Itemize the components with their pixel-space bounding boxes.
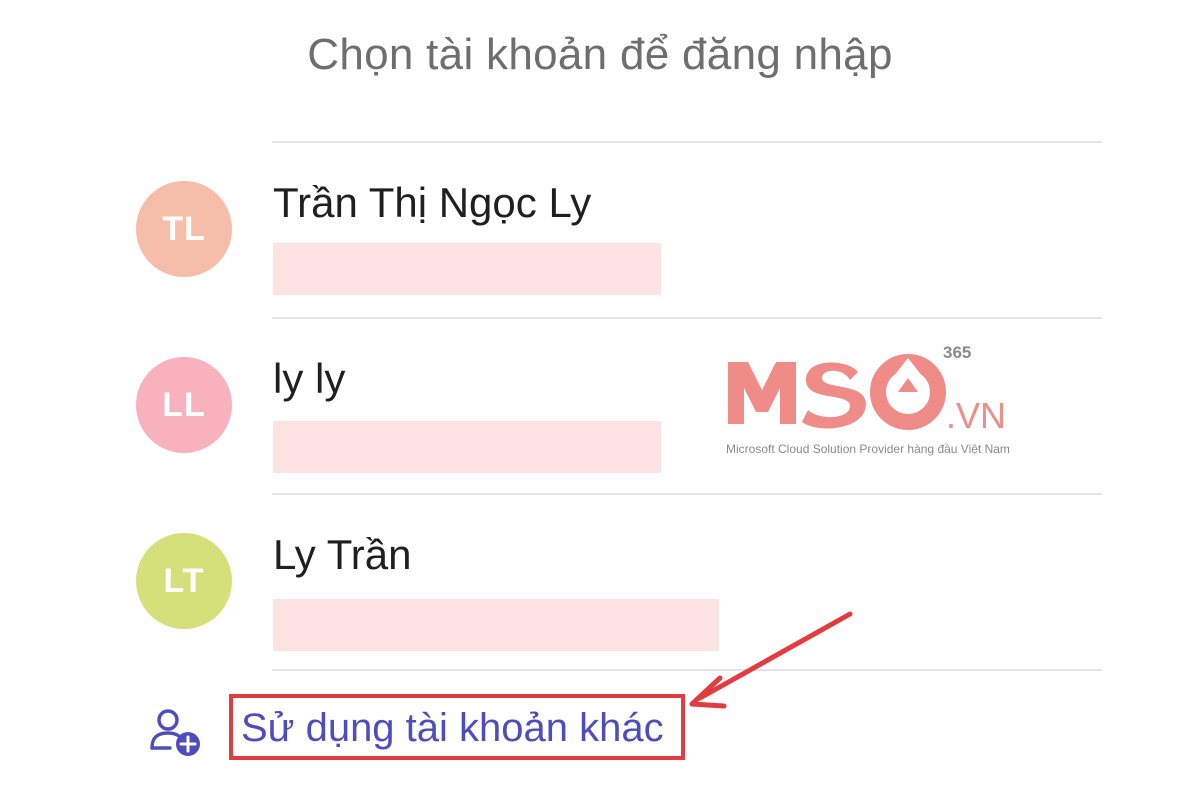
use-another-account-row[interactable]: Sử dụng tài khoản khác xyxy=(0,690,1200,770)
account-name: ly ly xyxy=(273,355,346,402)
avatar: LL xyxy=(136,357,232,453)
watermark-suffix: .VN xyxy=(946,395,1007,436)
page-title: Chọn tài khoản để đăng nhập xyxy=(307,30,893,79)
watermark-superscript: 365 xyxy=(943,343,972,362)
use-another-account-link[interactable]: Sử dụng tài khoản khác xyxy=(241,706,664,751)
avatar: LT xyxy=(136,533,232,629)
account-item[interactable]: TL Trần Thị Ngọc Ly xyxy=(0,143,1200,318)
account-name: Trần Thị Ngọc Ly xyxy=(273,179,592,226)
avatar: TL xyxy=(136,181,232,277)
arrow-annotation-icon xyxy=(689,611,853,709)
account-picker-screen: Chọn tài khoản để đăng nhập TL Trần Thị … xyxy=(0,0,1200,800)
add-person-icon[interactable] xyxy=(148,704,204,760)
watermark-tagline: Microsoft Cloud Solution Provider hàng đ… xyxy=(726,442,1010,456)
account-name: Ly Trần xyxy=(273,531,412,578)
mso-watermark-logo: 365 .VN Microsoft Cloud Solution Provide… xyxy=(722,340,1022,470)
mso-logo-icon xyxy=(728,354,946,430)
account-item[interactable]: LT Ly Trần xyxy=(0,495,1200,670)
redacted-email xyxy=(273,599,719,651)
redacted-email xyxy=(273,243,661,295)
redacted-email xyxy=(273,421,661,473)
